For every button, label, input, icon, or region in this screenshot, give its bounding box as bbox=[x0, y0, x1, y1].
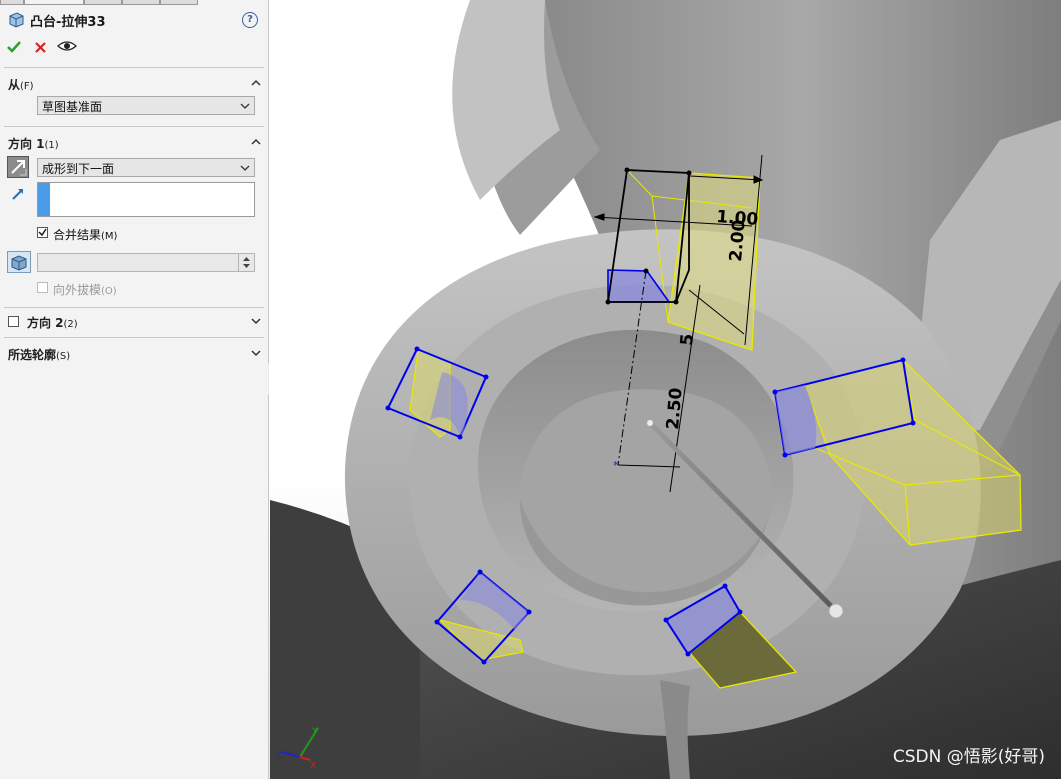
divider bbox=[4, 67, 264, 68]
draft-angle-spinner[interactable] bbox=[238, 254, 254, 271]
divider bbox=[4, 337, 264, 338]
help-button[interactable]: ? bbox=[242, 12, 258, 28]
draft-outward-checkbox bbox=[37, 282, 48, 293]
section-direction1-title[interactable]: 方向 1(1) bbox=[8, 135, 59, 152]
svg-text:Z: Z bbox=[276, 751, 282, 761]
checkmark-icon bbox=[38, 228, 47, 237]
end-condition-select[interactable]: 成形到下一面 bbox=[37, 158, 255, 177]
reverse-direction-icon[interactable] bbox=[7, 156, 29, 178]
cancel-x-icon[interactable] bbox=[34, 41, 47, 54]
draft-angle-input[interactable] bbox=[37, 253, 255, 272]
handle-start[interactable] bbox=[647, 420, 653, 426]
feature-title: 凸台-拉伸33 bbox=[30, 15, 106, 30]
model-view[interactable]: * 1.00 2.00 5 2.50 Y Z X bbox=[269, 0, 1061, 779]
chevron-down-icon bbox=[240, 103, 250, 109]
chevron-up-icon[interactable] bbox=[250, 136, 262, 148]
graphics-viewport[interactable]: * 1.00 2.00 5 2.50 Y Z X CSDN @悟影(好哥) bbox=[269, 0, 1061, 779]
watermark: CSDN @悟影(好哥) bbox=[892, 747, 1045, 767]
tab-display[interactable] bbox=[160, 0, 198, 5]
divider bbox=[4, 126, 264, 127]
tab-property-manager[interactable] bbox=[0, 0, 24, 5]
dimension-label[interactable]: 2.50 bbox=[663, 387, 687, 431]
svg-text:Y: Y bbox=[311, 727, 318, 737]
dimension-label[interactable]: 2.00 bbox=[726, 219, 750, 263]
section-from-title[interactable]: 从(F) bbox=[8, 76, 34, 93]
property-manager: 凸台-拉伸33 ? 从(F) 草图基准面 方向 1(1) 成形到下一面 合并结果… bbox=[0, 0, 269, 779]
merge-result-label[interactable]: 合并结果(M) bbox=[53, 226, 117, 243]
from-condition-select[interactable]: 草图基准面 bbox=[37, 96, 255, 115]
panel-tabs bbox=[0, 0, 268, 5]
extrude-boss-icon bbox=[9, 12, 24, 28]
dimension-label[interactable]: 5 bbox=[677, 333, 698, 347]
ok-check-icon[interactable] bbox=[6, 40, 22, 54]
direction2-checkbox[interactable] bbox=[8, 316, 19, 327]
direction-vector-selection-box[interactable] bbox=[37, 182, 255, 217]
merge-result-checkbox[interactable] bbox=[37, 227, 48, 238]
preview-eye-icon[interactable] bbox=[57, 39, 77, 53]
chevron-up-icon[interactable] bbox=[250, 77, 262, 89]
chevron-down-icon bbox=[240, 165, 250, 171]
svg-text:X: X bbox=[310, 761, 316, 771]
divider bbox=[4, 307, 264, 308]
selection-active-bar bbox=[38, 183, 50, 216]
direction-arrow-icon bbox=[12, 189, 23, 200]
draft-icon[interactable] bbox=[7, 251, 31, 273]
chevron-down-icon[interactable] bbox=[250, 315, 262, 327]
tab-feature-tree[interactable] bbox=[24, 0, 84, 5]
tab-config[interactable] bbox=[84, 0, 122, 5]
section-selected-contours-title[interactable]: 所选轮廓(S) bbox=[8, 346, 70, 363]
draft-outward-label: 向外拔模(O) bbox=[53, 283, 117, 297]
section-direction2-title[interactable]: 方向 2(2) bbox=[27, 314, 78, 331]
spinner-arrows-icon bbox=[243, 257, 250, 268]
tab-dimxpert[interactable] bbox=[122, 0, 160, 5]
chevron-down-icon[interactable] bbox=[250, 347, 262, 359]
handle-end[interactable] bbox=[828, 603, 844, 619]
